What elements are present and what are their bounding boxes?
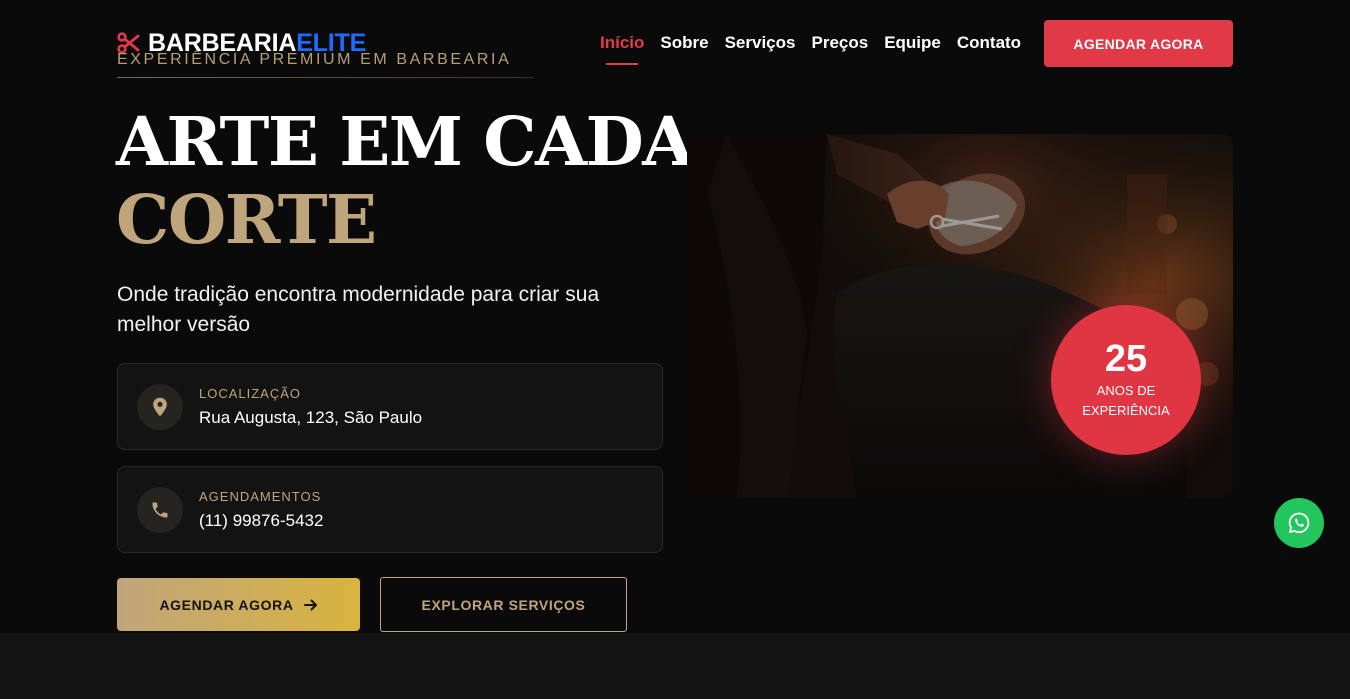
hero-section: BARBEARIAELITE EXPERIÊNCIA PREMIUM EM BA…: [0, 0, 1350, 633]
tagline-divider: [117, 77, 533, 78]
experience-years: 25: [1104, 338, 1148, 380]
booking-phone: (11) 99876-5432: [199, 511, 324, 530]
experience-badge: 25 ANOS DE EXPERIÊNCIA: [1051, 305, 1201, 455]
nav-item-sobre[interactable]: Sobre: [660, 33, 708, 53]
hero-subtitle: Onde tradição encontra modernidade para …: [117, 283, 600, 336]
next-section: [0, 633, 1350, 699]
experience-label: ANOS DE EXPERIÊNCIA: [1082, 381, 1169, 421]
booking-label: AGENDAMENTOS: [199, 489, 322, 504]
main-nav: Início Sobre Serviços Preços Equipe Cont…: [600, 33, 1021, 65]
whatsapp-button[interactable]: [1274, 498, 1324, 548]
phone-icon: [152, 502, 168, 518]
experience-label-line2: EXPERIÊNCIA: [1082, 403, 1170, 418]
nav-item-contato[interactable]: Contato: [957, 33, 1021, 53]
hero-title-line1: ARTE EM CADA: [116, 102, 694, 181]
hero-title-line2: CORTE: [116, 180, 377, 259]
arrow-right-icon: [303, 599, 317, 610]
nav-item-servicos[interactable]: Serviços: [725, 33, 796, 53]
whatsapp-icon: [1288, 512, 1310, 534]
location-value: Rua Augusta, 123, São Paulo: [199, 408, 423, 427]
location-label: LOCALIZAÇÃO: [199, 386, 302, 401]
book-now-button[interactable]: AGENDAR AGORA: [117, 578, 360, 631]
location-icon-circle: [137, 384, 183, 430]
brand-tagline: EXPERIÊNCIA PREMIUM EM BARBEARIA: [117, 51, 512, 68]
header-book-now-button[interactable]: AGENDAR AGORA: [1044, 20, 1233, 67]
explore-services-button[interactable]: EXPLORAR SERVIÇOS: [380, 577, 627, 632]
nav-item-inicio[interactable]: Início: [600, 33, 644, 65]
nav-item-equipe[interactable]: Equipe: [884, 33, 941, 53]
book-now-label: AGENDAR AGORA: [159, 596, 294, 613]
location-card: LOCALIZAÇÃO Rua Augusta, 123, São Paulo: [117, 363, 663, 450]
hero-title: ARTE EM CADA CORTE: [116, 102, 694, 259]
location-pin-icon: [153, 397, 167, 417]
nav-item-precos[interactable]: Preços: [811, 33, 868, 53]
phone-icon-circle: [137, 487, 183, 533]
experience-label-line1: ANOS DE: [1096, 383, 1156, 398]
booking-card: AGENDAMENTOS (11) 99876-5432: [117, 466, 663, 553]
